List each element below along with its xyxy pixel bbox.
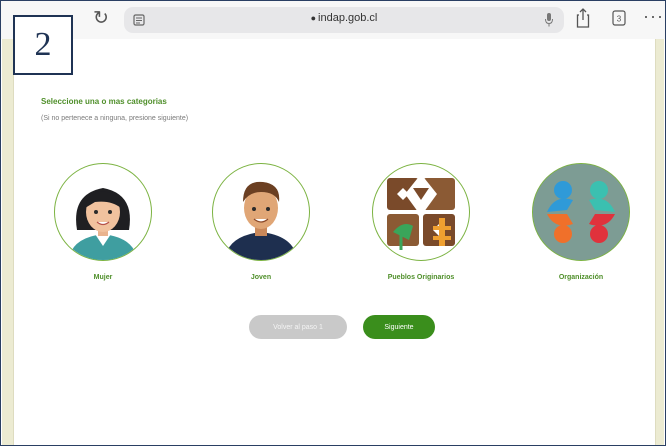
lock-icon: ● — [310, 13, 317, 23]
more-icon[interactable]: ··· — [643, 6, 664, 27]
organization-avatar[interactable] — [532, 163, 630, 261]
category-pueblos-originarios[interactable]: Pueblos Originarios — [366, 163, 476, 281]
category-mujer[interactable]: Mujer — [48, 163, 158, 281]
young-man-icon — [225, 181, 297, 260]
url-display: ● indap.gob.cl — [124, 12, 564, 24]
page-subheading: (Si no pertenece a ninguna, presione sig… — [41, 115, 189, 122]
url-text: indap.gob.cl — [318, 12, 378, 24]
young-man-avatar[interactable] — [212, 163, 310, 261]
back-to-step-1-button[interactable]: Volver al paso 1 — [249, 315, 347, 339]
category-instructions: Seleccione una o mas categorias (Si no p… — [41, 97, 188, 122]
indigenous-peoples-icon — [387, 174, 455, 250]
woman-avatar[interactable] — [54, 163, 152, 261]
category-label: Pueblos Originarios — [387, 274, 455, 281]
screenshot-frame: ↻ ● indap.gob.cl 3 ··· 2 Seleccione una … — [0, 0, 666, 446]
tabs-count: 3 — [617, 15, 622, 24]
category-joven[interactable]: Joven — [206, 163, 316, 281]
indigenous-peoples-avatar[interactable] — [372, 163, 470, 261]
next-button[interactable]: Siguiente — [363, 315, 435, 339]
reload-icon[interactable]: ↻ — [91, 9, 111, 29]
mic-icon[interactable] — [544, 12, 554, 28]
category-label: Joven — [250, 274, 272, 281]
right-page-margin — [655, 39, 664, 445]
organization-icon — [533, 164, 629, 260]
left-page-margin — [2, 39, 14, 445]
woman-icon — [69, 188, 137, 260]
page-heading: Seleccione una o mas categorias — [41, 97, 167, 106]
browser-toolbar: ↻ ● indap.gob.cl 3 ··· — [1, 1, 665, 39]
address-bar[interactable]: ● indap.gob.cl — [124, 7, 564, 33]
step-number-badge: 2 — [13, 15, 73, 75]
category-label: Mujer — [93, 274, 113, 281]
category-organizacion[interactable]: Organización — [526, 163, 636, 281]
share-icon[interactable] — [575, 7, 591, 29]
tabs-icon[interactable]: 3 — [612, 10, 626, 26]
category-label: Organización — [558, 274, 604, 281]
